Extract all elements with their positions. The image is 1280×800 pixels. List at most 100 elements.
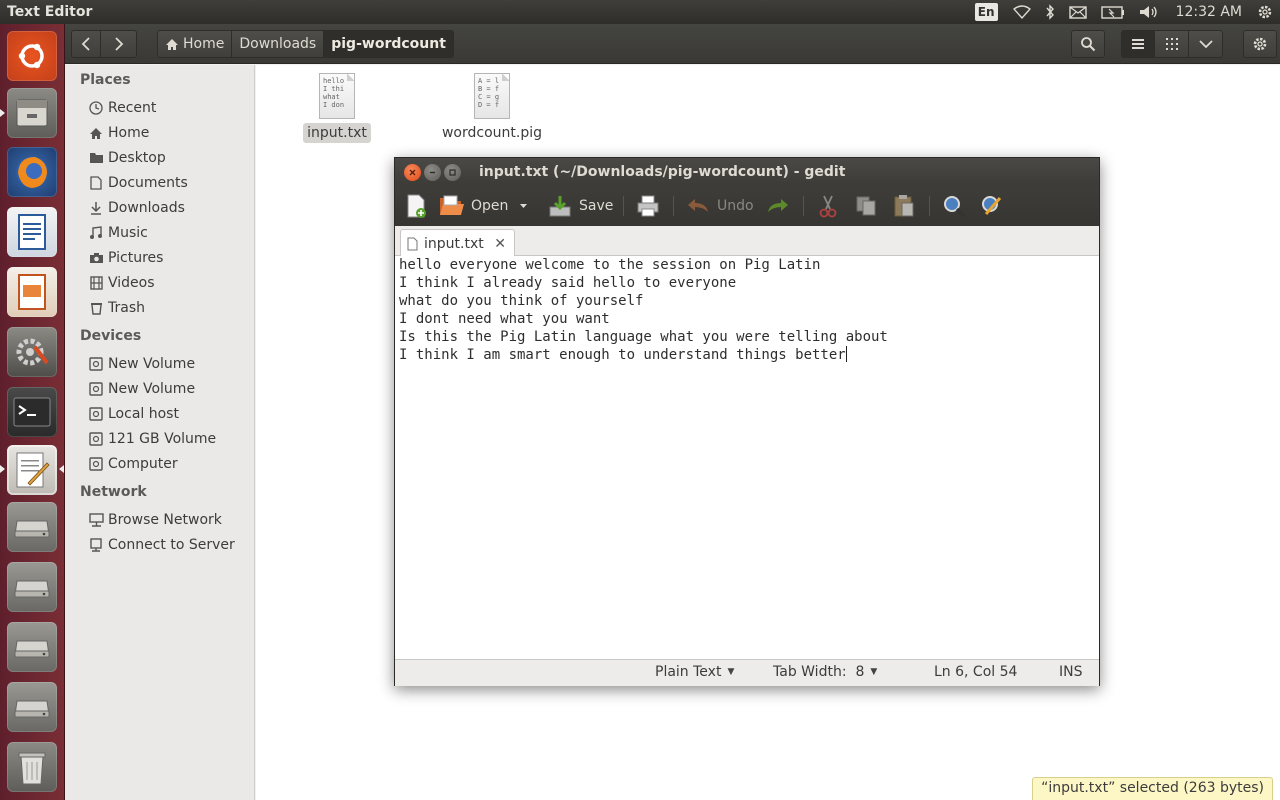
sidebar-item-new-volume[interactable]: New Volume <box>88 378 195 400</box>
gear-icon <box>1252 36 1268 52</box>
drive-icon[interactable] <box>7 682 57 732</box>
sidebar-item-desktop[interactable]: Desktop <box>88 147 166 169</box>
file-item-input-txt[interactable]: hello I thi what I don input.txt <box>282 73 392 143</box>
paste-button[interactable] <box>891 191 917 221</box>
download-icon <box>88 200 104 216</box>
breadcrumb-pig-wordcount[interactable]: pig-wordcount <box>324 30 454 58</box>
trash-icon[interactable] <box>7 742 57 792</box>
menu-button[interactable] <box>1243 30 1277 58</box>
sidebar-item-new-volume[interactable]: New Volume <box>88 353 195 375</box>
drive-icon[interactable] <box>7 502 57 552</box>
network-heading: Network <box>80 484 147 500</box>
sidebar-item-label: Music <box>108 225 148 241</box>
sidebar-item-recent[interactable]: Recent <box>88 97 156 119</box>
forward-button[interactable] <box>101 30 137 58</box>
undo-button[interactable]: Undo <box>685 191 754 221</box>
file-manager-toolbar: Home Downloads pig-wordcount <box>65 24 1280 64</box>
text-editor-area[interactable]: hello everyone welcome to the session on… <box>395 256 1099 659</box>
sidebar-item-pictures[interactable]: Pictures <box>88 247 163 269</box>
find-replace-button[interactable] <box>979 191 1005 221</box>
back-button[interactable] <box>71 30 101 58</box>
open-dropdown-button[interactable] <box>519 191 528 221</box>
sidebar-item-connect-to-server[interactable]: Connect to Server <box>88 534 235 556</box>
sidebar-item-home[interactable]: Home <box>88 122 149 144</box>
trash-icon <box>88 300 104 316</box>
dropdown-arrow-icon: ▼ <box>870 667 878 677</box>
sidebar-item-label: Home <box>108 125 150 141</box>
open-button[interactable]: Open <box>439 191 508 221</box>
open-label: Open <box>471 198 509 214</box>
firefox-icon[interactable] <box>7 147 57 197</box>
copy-button[interactable] <box>853 191 879 221</box>
language-selector[interactable]: Plain Text ▼ <box>655 664 734 680</box>
sidebar-item-documents[interactable]: Documents <box>88 172 188 194</box>
grid-view-button[interactable] <box>1155 30 1189 58</box>
terminal-icon[interactable] <box>7 387 57 437</box>
text-file-icon: A = l B = f C = g D = f <box>474 73 510 119</box>
sidebar-item-label: Recent <box>108 100 157 116</box>
keyboard-layout-indicator[interactable]: En <box>974 3 998 21</box>
search-icon <box>941 193 967 219</box>
sidebar-item-music[interactable]: Music <box>88 222 148 244</box>
sidebar-item-local-host[interactable]: Local host <box>88 403 179 425</box>
sidebar-item-label: Downloads <box>108 200 185 216</box>
battery-icon[interactable] <box>1094 0 1132 24</box>
search-button[interactable] <box>1071 30 1105 58</box>
sidebar-item-browse-network[interactable]: Browse Network <box>88 509 222 531</box>
clock[interactable]: 12:32 AM <box>1166 4 1250 20</box>
find-button[interactable] <box>941 191 967 221</box>
save-button[interactable]: Save <box>547 191 613 221</box>
drive-icon <box>88 356 104 372</box>
system-settings-icon[interactable] <box>7 327 57 377</box>
settings-gear-icon[interactable] <box>1250 0 1280 24</box>
bluetooth-icon[interactable] <box>1038 0 1062 24</box>
libreoffice-writer-icon[interactable] <box>7 207 57 257</box>
mail-icon[interactable] <box>1062 0 1094 24</box>
breadcrumb-home[interactable]: Home <box>157 30 233 58</box>
drive-icon[interactable] <box>7 562 57 612</box>
files-icon[interactable] <box>7 88 57 138</box>
redo-button[interactable] <box>765 191 791 221</box>
undo-label: Undo <box>717 198 754 214</box>
print-button[interactable] <box>635 191 661 221</box>
maximize-button[interactable] <box>444 163 461 181</box>
indicator-area: En 12:32 AM <box>971 0 1280 24</box>
server-icon <box>88 537 104 553</box>
sidebar-item-computer[interactable]: Computer <box>88 453 178 475</box>
window-title: input.txt (~/Downloads/pig-wordcount) - … <box>479 164 846 180</box>
document-icon <box>88 175 104 191</box>
drive-icon <box>88 456 104 472</box>
breadcrumb-downloads[interactable]: Downloads <box>232 30 325 58</box>
selection-status: “input.txt” selected (263 bytes) <box>1032 777 1273 800</box>
gedit-titlebar[interactable]: input.txt (~/Downloads/pig-wordcount) - … <box>395 158 1099 186</box>
view-options-button[interactable] <box>1189 30 1223 58</box>
minimize-button[interactable] <box>424 163 441 181</box>
close-tab-icon[interactable]: ✕ <box>494 236 506 252</box>
close-button[interactable] <box>404 163 421 181</box>
document-icon <box>407 237 418 251</box>
dropdown-arrow-icon: ▼ <box>727 667 735 677</box>
list-view-button[interactable] <box>1121 30 1155 58</box>
top-panel: Text Editor En 12:32 AM <box>0 0 1280 24</box>
drive-icon[interactable] <box>7 622 57 672</box>
gedit-window: input.txt (~/Downloads/pig-wordcount) - … <box>394 157 1100 686</box>
insert-mode: INS <box>1059 664 1083 680</box>
volume-icon[interactable] <box>1132 0 1166 24</box>
new-document-button[interactable] <box>403 191 429 221</box>
wifi-icon[interactable] <box>1006 0 1038 24</box>
cut-button[interactable] <box>815 191 841 221</box>
sidebar-item-121gb-volume[interactable]: 121 GB Volume <box>88 428 216 450</box>
toolbar-separator <box>803 196 804 216</box>
text-editor-icon[interactable] <box>7 445 57 495</box>
sidebar-item-downloads[interactable]: Downloads <box>88 197 185 219</box>
tab-input-txt[interactable]: input.txt ✕ <box>400 229 515 257</box>
libreoffice-impress-icon[interactable] <box>7 267 57 317</box>
tab-bar: input.txt ✕ <box>395 226 1099 257</box>
redo-icon <box>765 193 791 219</box>
file-item-wordcount-pig[interactable]: A = l B = f C = g D = f wordcount.pig <box>437 73 547 143</box>
sidebar-item-trash[interactable]: Trash <box>88 297 145 319</box>
sidebar-item-videos[interactable]: Videos <box>88 272 155 294</box>
ubuntu-dash-icon[interactable] <box>7 31 57 81</box>
sidebar: Places Recent Home Desktop Documents Dow… <box>65 65 255 800</box>
tab-width-selector[interactable]: Tab Width: 8 ▼ <box>773 664 877 680</box>
